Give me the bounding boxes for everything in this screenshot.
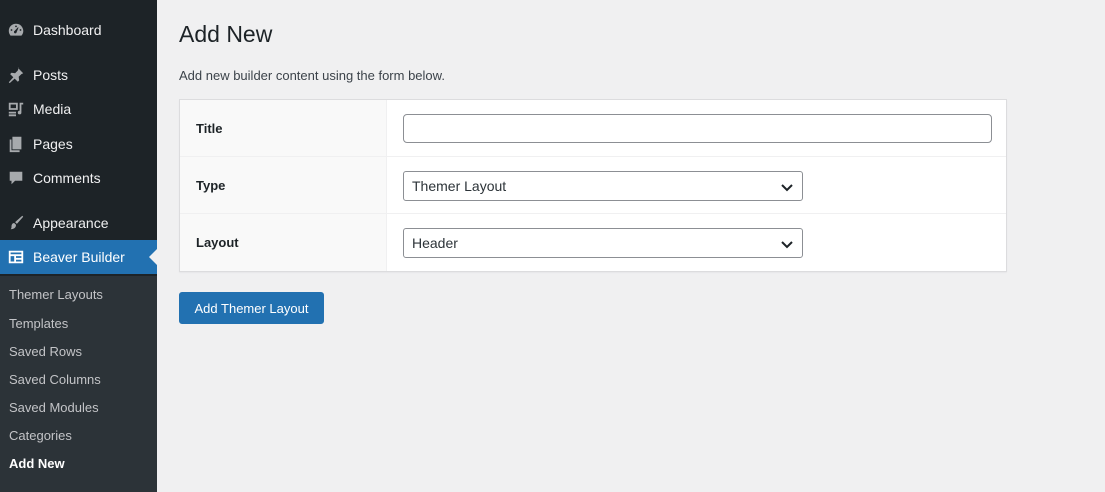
- title-input[interactable]: [403, 114, 992, 143]
- sidebar-item-label: Pages: [33, 136, 73, 152]
- submenu-item-add-new[interactable]: Add New: [9, 454, 65, 474]
- sidebar-item-appearance[interactable]: Appearance: [0, 206, 157, 240]
- sidebar-item-label: Media: [33, 101, 72, 117]
- main-content: Add New Add new builder content using th…: [157, 0, 1105, 492]
- layout-select-value: Header: [412, 235, 458, 251]
- layout-select[interactable]: Header: [403, 228, 803, 258]
- sidebar-item-pages[interactable]: Pages: [0, 127, 157, 161]
- submenu-item-saved-rows[interactable]: Saved Rows: [9, 342, 82, 362]
- beaver-builder-submenu: Themer Layouts Templates Saved Rows Save…: [0, 276, 157, 492]
- submenu-item-saved-columns[interactable]: Saved Columns: [9, 370, 101, 390]
- pin-icon: [6, 65, 26, 85]
- page-title: Add New: [179, 21, 273, 47]
- sidebar-item-dashboard[interactable]: Dashboard: [0, 13, 157, 47]
- submenu-item-categories[interactable]: Categories: [9, 426, 72, 446]
- dashboard-icon: [6, 20, 26, 40]
- title-label: Title: [180, 100, 387, 156]
- sidebar-item-beaver-builder[interactable]: Beaver Builder: [0, 240, 157, 274]
- add-themer-layout-button[interactable]: Add Themer Layout: [179, 292, 324, 324]
- submenu-item-themer-layouts[interactable]: Themer Layouts: [9, 285, 103, 305]
- sidebar-item-label: Appearance: [33, 215, 109, 231]
- form-row-title: Title: [180, 100, 1006, 157]
- sidebar-item-label: Beaver Builder: [33, 249, 125, 265]
- type-select[interactable]: Themer Layout: [403, 171, 803, 201]
- add-new-form: Title Type Themer Layout Layout Header: [179, 99, 1007, 272]
- media-icon: [6, 99, 26, 119]
- pages-icon: [6, 134, 26, 154]
- brush-icon: [6, 213, 26, 233]
- form-row-type: Type Themer Layout: [180, 157, 1006, 214]
- type-select-value: Themer Layout: [412, 178, 507, 194]
- wp-admin: Dashboard Posts Media Pages Comments App…: [0, 0, 1105, 492]
- admin-sidebar: Dashboard Posts Media Pages Comments App…: [0, 0, 157, 492]
- sidebar-item-label: Posts: [33, 67, 69, 83]
- layout-icon: [6, 247, 26, 267]
- chevron-down-icon: [780, 180, 794, 194]
- sidebar-item-label: Dashboard: [33, 22, 102, 38]
- form-row-layout: Layout Header: [180, 214, 1006, 271]
- submenu-item-templates[interactable]: Templates: [9, 314, 68, 334]
- sidebar-item-posts[interactable]: Posts: [0, 58, 157, 92]
- sidebar-item-label: Comments: [33, 170, 101, 186]
- sidebar-item-media[interactable]: Media: [0, 92, 157, 126]
- comment-icon: [6, 168, 26, 188]
- type-label: Type: [180, 157, 387, 213]
- sidebar-item-comments[interactable]: Comments: [0, 161, 157, 195]
- chevron-down-icon: [780, 237, 794, 251]
- submenu-item-saved-modules[interactable]: Saved Modules: [9, 398, 99, 418]
- page-description: Add new builder content using the form b…: [179, 68, 445, 83]
- layout-label: Layout: [180, 214, 387, 271]
